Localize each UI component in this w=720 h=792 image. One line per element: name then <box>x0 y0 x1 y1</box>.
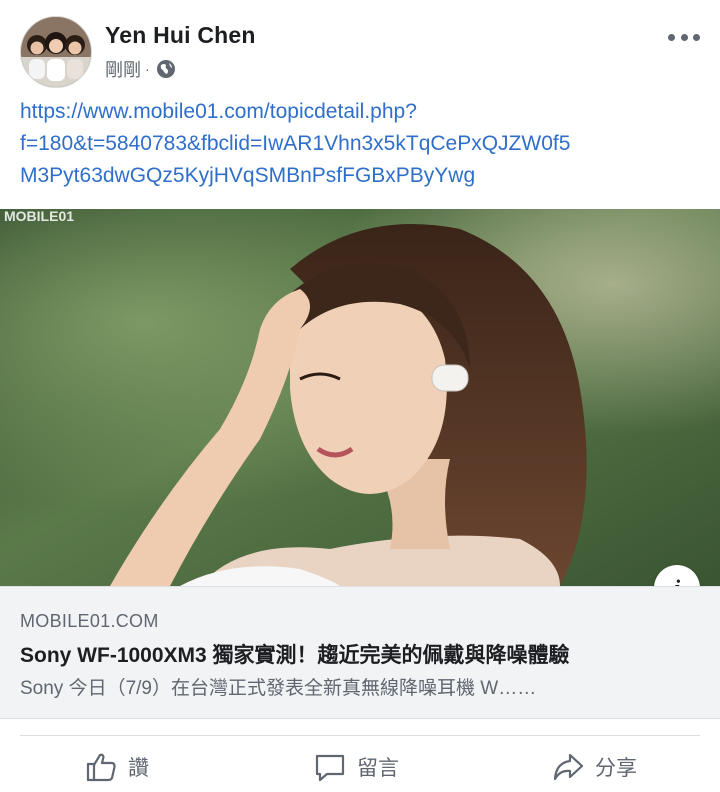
link-domain: MOBILE01.COM <box>20 611 159 631</box>
actions-divider <box>20 735 700 736</box>
author-name[interactable]: Yen Hui Chen <box>105 22 256 49</box>
like-label: 讚 <box>128 757 149 780</box>
image-watermark: MOBILE01 <box>4 209 74 224</box>
thumbs-up-icon <box>86 753 116 782</box>
link-preview-card[interactable]: MOBILE01.COM Sony WF-1000XM3 獨家實測！趨近完美的佩… <box>0 586 720 719</box>
post-timestamp[interactable]: 剛剛 <box>105 56 141 82</box>
more-dot-icon <box>693 33 700 41</box>
link-title: Sony WF-1000XM3 獨家實測！趨近完美的佩戴與降噪體驗 <box>20 644 570 667</box>
post-action-bar: 讚 留言 分享 <box>0 742 720 792</box>
link-preview-image[interactable]: MOBILE01 <box>0 209 720 586</box>
share-arrow-icon <box>553 753 584 781</box>
author-avatar[interactable] <box>20 16 92 88</box>
more-options-button[interactable] <box>668 27 700 47</box>
post-link-line[interactable]: f=180&t=5840783&fbclid=IwAR1Vhn3x5kTqCeP… <box>20 128 700 160</box>
meta-separator: · <box>145 61 150 77</box>
comment-label: 留言 <box>357 757 399 780</box>
post-meta: 剛剛 · <box>105 56 176 82</box>
share-label: 分享 <box>595 757 637 780</box>
link-description: Sony 今日（7/9）在台灣正式發表全新真無線降噪耳機 W…… <box>20 678 537 699</box>
comment-icon <box>315 754 345 782</box>
like-button[interactable]: 讚 <box>84 750 149 784</box>
globe-icon <box>156 59 176 79</box>
comment-button[interactable]: 留言 <box>313 750 399 784</box>
post-link-line[interactable]: M3Pyt63dwGQz5KyjHVqSMBnPsfFGBxPByYwg <box>20 160 700 192</box>
share-button[interactable]: 分享 <box>551 750 637 784</box>
more-dot-icon <box>668 33 675 41</box>
post-link-line[interactable]: https://www.mobile01.com/topicdetail.php… <box>20 96 700 128</box>
post-text: https://www.mobile01.com/topicdetail.php… <box>20 96 700 192</box>
post-header: Yen Hui Chen 剛剛 · <box>0 0 720 92</box>
more-dot-icon <box>680 33 688 41</box>
